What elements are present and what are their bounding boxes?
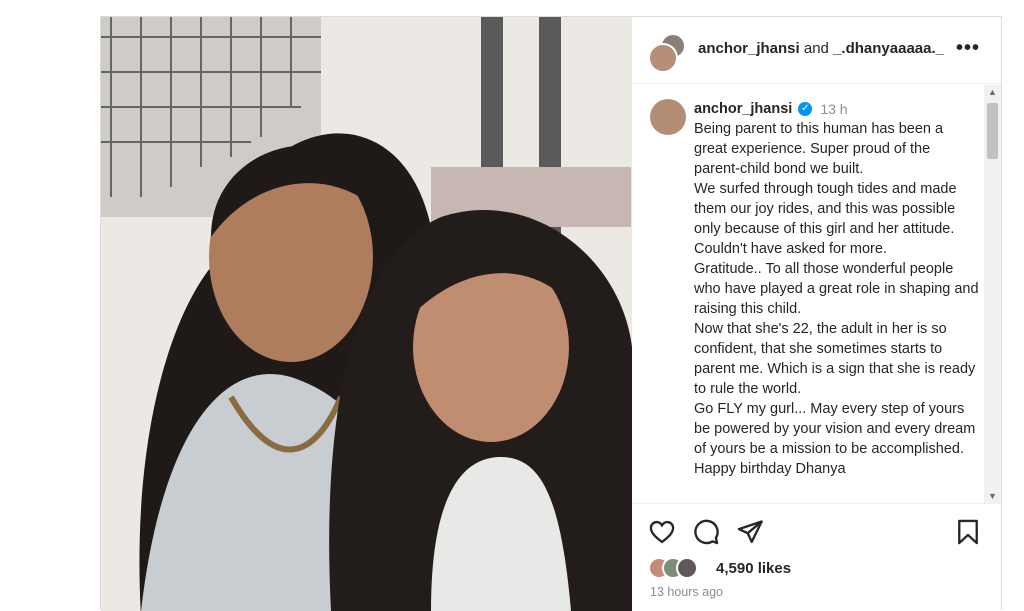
caption-text: Being parent to this human has been a gr…: [694, 121, 979, 477]
scroll-up-arrow-icon[interactable]: ▲: [984, 85, 1001, 99]
caption: anchor_jhansi ✓ 13 h Being parent to thi…: [694, 99, 980, 479]
collab-avatars[interactable]: [648, 33, 688, 73]
author-connector: and: [799, 40, 834, 57]
heart-icon[interactable]: [648, 518, 676, 546]
caption-header: anchor_jhansi ✓ 13 h: [694, 99, 980, 119]
likes-count[interactable]: 4,590 likes: [716, 560, 791, 577]
comment-icon[interactable]: [692, 518, 720, 546]
liker-avatar: [676, 557, 698, 579]
bookmark-icon[interactable]: [954, 518, 982, 546]
author-link-1[interactable]: anchor_jhansi: [698, 40, 800, 57]
comments-area[interactable]: anchor_jhansi ✓ 13 h Being parent to thi…: [632, 85, 984, 503]
share-icon[interactable]: [736, 518, 764, 546]
author-link-2[interactable]: _.dhanyaaaaa._: [833, 40, 944, 57]
post-timestamp[interactable]: 13 hours ago: [650, 585, 723, 599]
likers-avatars[interactable]: [648, 556, 712, 580]
comments-scrollbar[interactable]: ▲ ▼: [984, 85, 1001, 503]
post-footer: 4,590 likes 13 hours ago: [632, 503, 1002, 611]
scroll-down-arrow-icon[interactable]: ▼: [984, 489, 1001, 503]
post-authors: anchor_jhansi and _.dhanyaaaaa._: [698, 40, 944, 57]
post-card: anchor_jhansi and _.dhanyaaaaa._ ••• anc…: [100, 16, 1002, 611]
caption-time[interactable]: 13 h: [820, 99, 847, 119]
post-header: anchor_jhansi and _.dhanyaaaaa._ •••: [632, 17, 1002, 84]
photo-illustration: [101, 17, 632, 611]
scrollbar-thumb[interactable]: [987, 103, 998, 159]
caption-avatar[interactable]: [650, 99, 686, 135]
action-bar: [648, 518, 988, 548]
post-side-panel: anchor_jhansi and _.dhanyaaaaa._ ••• anc…: [632, 17, 1002, 611]
avatar-jhansi[interactable]: [648, 43, 678, 73]
caption-username[interactable]: anchor_jhansi: [694, 99, 792, 119]
likes-row[interactable]: 4,590 likes: [648, 556, 791, 580]
verified-badge-icon: ✓: [798, 102, 813, 116]
post-photo[interactable]: [101, 17, 632, 611]
more-options-icon[interactable]: •••: [956, 37, 980, 60]
